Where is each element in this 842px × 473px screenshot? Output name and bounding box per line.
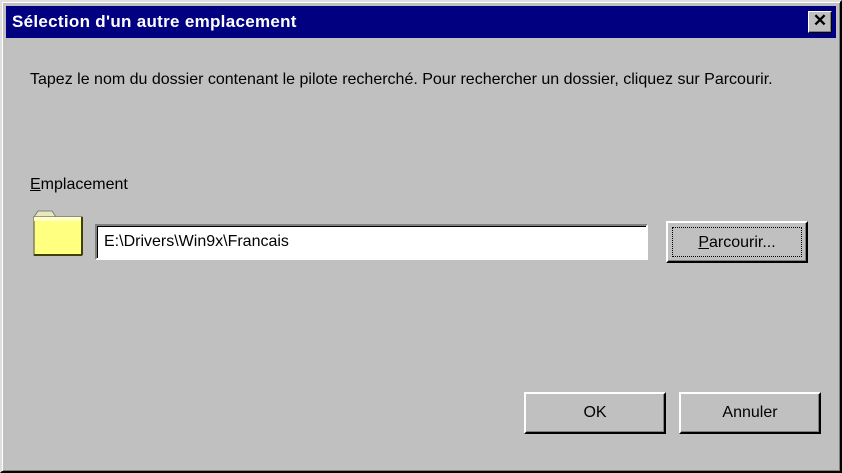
ok-button[interactable]: OK	[524, 392, 666, 434]
browse-focus-rect: Parcourir...	[672, 227, 802, 257]
dialog-window: Sélection d'un autre emplacement ✕ Tapez…	[0, 0, 842, 473]
close-button[interactable]: ✕	[808, 11, 832, 33]
browse-button[interactable]: Parcourir...	[666, 221, 808, 263]
folder-icon	[33, 210, 83, 256]
browse-label: arcourir...	[708, 234, 776, 251]
close-icon: ✕	[812, 11, 828, 30]
title-bar[interactable]: Sélection d'un autre emplacement ✕	[6, 6, 836, 38]
dialog-title: Sélection d'un autre emplacement	[12, 12, 297, 31]
instruction-text: Tapez le nom du dossier contenant le pil…	[30, 71, 773, 88]
cancel-button[interactable]: Annuler	[679, 392, 821, 434]
location-label-mnemonic: E	[30, 176, 41, 193]
browse-mnemonic: P	[698, 234, 709, 251]
location-label: Emplacement	[30, 176, 128, 194]
location-label-rest: mplacement	[40, 176, 128, 193]
location-input[interactable]	[95, 224, 648, 260]
